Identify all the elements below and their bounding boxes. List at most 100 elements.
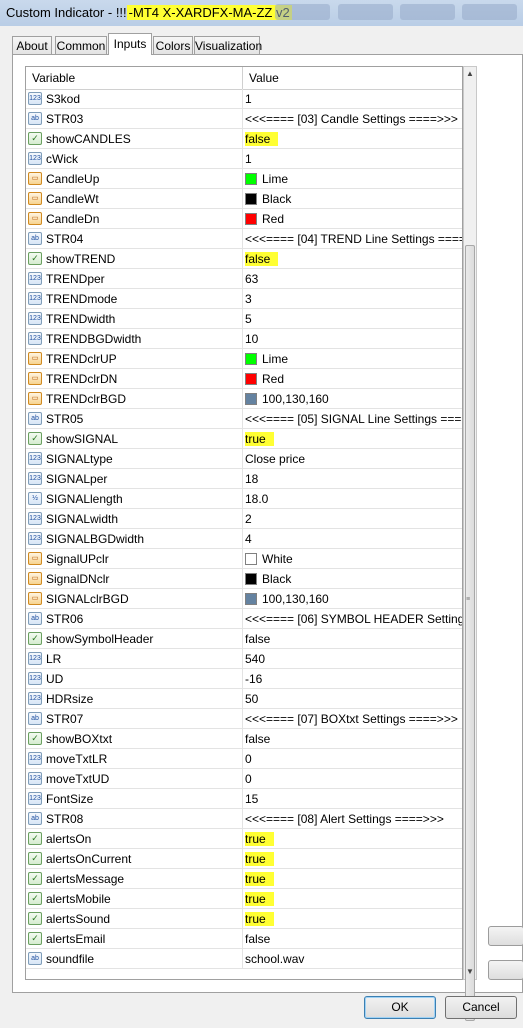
table-row[interactable]: 123 TRENDBGDwidth 10: [26, 329, 462, 349]
cancel-button[interactable]: Cancel: [445, 996, 517, 1019]
table-row[interactable]: ✓ showSymbolHeader false: [26, 629, 462, 649]
table-row[interactable]: ab soundfile school.wav: [26, 949, 462, 969]
column-divider[interactable]: [242, 67, 243, 89]
table-row[interactable]: ▭ SignalDNclr Black: [26, 569, 462, 589]
variable-value[interactable]: false: [245, 252, 279, 266]
variable-value[interactable]: 63: [245, 272, 258, 286]
variable-value[interactable]: 10: [245, 332, 258, 346]
tab-about[interactable]: About: [12, 36, 52, 54]
variable-value[interactable]: <<<==== [03] Candle Settings ====>>>: [245, 112, 458, 126]
variable-value[interactable]: 100,130,160: [245, 392, 329, 406]
column-header-value[interactable]: Value: [249, 71, 279, 85]
variable-value[interactable]: true: [245, 852, 274, 866]
scroll-up-arrow-icon[interactable]: ▲: [464, 67, 476, 81]
table-row[interactable]: ab STR07 <<<==== [07] BOXtxt Settings ====…: [26, 709, 462, 729]
table-row[interactable]: 123 S3kod 1: [26, 89, 462, 109]
table-row[interactable]: ▭ TRENDclrUP Lime: [26, 349, 462, 369]
variable-value[interactable]: <<<==== [05] SIGNAL Line Settings ====..…: [245, 412, 462, 426]
variable-value[interactable]: true: [245, 432, 274, 446]
table-row[interactable]: ✓ alertsOn true: [26, 829, 462, 849]
table-row[interactable]: 123 SIGNALper 18: [26, 469, 462, 489]
side-button[interactable]: [488, 926, 523, 946]
variable-value[interactable]: 1: [245, 152, 252, 166]
table-row[interactable]: ▭ SignalUPclr White: [26, 549, 462, 569]
table-row[interactable]: 123 HDRsize 50: [26, 689, 462, 709]
table-row[interactable]: 123 TRENDwidth 5: [26, 309, 462, 329]
variable-value[interactable]: true: [245, 912, 274, 926]
variable-value[interactable]: 100,130,160: [245, 592, 329, 606]
variable-value[interactable]: true: [245, 872, 274, 886]
table-row[interactable]: ✓ alertsEmail false: [26, 929, 462, 949]
variable-value[interactable]: 0: [245, 752, 252, 766]
variable-value[interactable]: Lime: [245, 352, 288, 366]
tab-colors[interactable]: Colors: [153, 36, 193, 54]
tab-visualization[interactable]: Visualization: [194, 36, 262, 54]
variable-value[interactable]: Lime: [245, 172, 288, 186]
variable-value[interactable]: 50: [245, 692, 258, 706]
variable-value[interactable]: Black: [245, 572, 291, 586]
tab-inputs[interactable]: Inputs: [108, 33, 152, 55]
table-row[interactable]: ab STR04 <<<==== [04] TREND Line Settings …: [26, 229, 462, 249]
variable-value[interactable]: false: [245, 732, 270, 746]
table-row[interactable]: ab STR05 <<<==== [05] SIGNAL Line Settings…: [26, 409, 462, 429]
scroll-down-arrow-icon[interactable]: ▼: [464, 965, 476, 979]
table-row[interactable]: ✓ showCANDLES false: [26, 129, 462, 149]
variable-value[interactable]: true: [245, 892, 274, 906]
tab-common[interactable]: Common: [55, 36, 107, 54]
variable-value[interactable]: 3: [245, 292, 252, 306]
table-row[interactable]: ✓ showSIGNAL true: [26, 429, 462, 449]
variable-value[interactable]: true: [245, 832, 274, 846]
variable-value[interactable]: school.wav: [245, 952, 304, 966]
variable-value[interactable]: 18.0: [245, 492, 268, 506]
variable-value[interactable]: <<<==== [07] BOXtxt Settings ====>>>: [245, 712, 458, 726]
table-row[interactable]: ab STR06 <<<==== [06] SYMBOL HEADER Settin…: [26, 609, 462, 629]
scrollbar-thumb[interactable]: [465, 245, 475, 1021]
variable-value[interactable]: <<<==== [08] Alert Settings ====>>>: [245, 812, 444, 826]
variable-value[interactable]: false: [245, 632, 270, 646]
side-button[interactable]: [488, 960, 523, 980]
variable-value[interactable]: 0: [245, 772, 252, 786]
variable-value[interactable]: false: [245, 932, 270, 946]
variable-value[interactable]: false: [245, 132, 279, 146]
variable-value[interactable]: White: [245, 552, 293, 566]
table-row[interactable]: ▭ CandleDn Red: [26, 209, 462, 229]
table-row[interactable]: ✓ alertsMessage true: [26, 869, 462, 889]
variable-value[interactable]: <<<==== [04] TREND Line Settings ====...: [245, 232, 462, 246]
column-header-variable[interactable]: Variable: [32, 71, 75, 85]
table-row[interactable]: 123 LR 540: [26, 649, 462, 669]
variable-value[interactable]: <<<==== [06] SYMBOL HEADER Settings ...: [245, 612, 462, 626]
table-row[interactable]: 123 SIGNALBGDwidth 4: [26, 529, 462, 549]
variable-value[interactable]: Close price: [245, 452, 305, 466]
variable-value[interactable]: 2: [245, 512, 252, 526]
variable-value[interactable]: 1: [245, 92, 252, 106]
table-row[interactable]: 123 moveTxtUD 0: [26, 769, 462, 789]
table-row[interactable]: ✓ alertsOnCurrent true: [26, 849, 462, 869]
variable-value[interactable]: Black: [245, 192, 291, 206]
table-row[interactable]: 123 FontSize 15: [26, 789, 462, 809]
table-row[interactable]: ✓ alertsMobile true: [26, 889, 462, 909]
variable-value[interactable]: 4: [245, 532, 252, 546]
table-row[interactable]: ✓ alertsSound true: [26, 909, 462, 929]
table-row[interactable]: 123 TRENDmode 3: [26, 289, 462, 309]
variable-value[interactable]: 15: [245, 792, 258, 806]
table-row[interactable]: 123 moveTxtLR 0: [26, 749, 462, 769]
table-row[interactable]: ab STR03 <<<==== [03] Candle Settings ====…: [26, 109, 462, 129]
vertical-scrollbar[interactable]: ▲ ≡ ▼: [463, 66, 477, 1021]
variable-value[interactable]: Red: [245, 372, 284, 386]
table-row[interactable]: 123 SIGNALtype Close price: [26, 449, 462, 469]
table-row[interactable]: ▭ TRENDclrBGD 100,130,160: [26, 389, 462, 409]
table-row[interactable]: ✓ showBOXtxt false: [26, 729, 462, 749]
table-row[interactable]: 123 UD -16: [26, 669, 462, 689]
variable-value[interactable]: 540: [245, 652, 265, 666]
table-row[interactable]: ✓ showTREND false: [26, 249, 462, 269]
table-row[interactable]: ▭ CandleWt Black: [26, 189, 462, 209]
table-row[interactable]: ▭ TRENDclrDN Red: [26, 369, 462, 389]
table-row[interactable]: 123 SIGNALwidth 2: [26, 509, 462, 529]
variable-value[interactable]: 5: [245, 312, 252, 326]
ok-button[interactable]: OK: [364, 996, 436, 1019]
table-row[interactable]: 123 cWick 1: [26, 149, 462, 169]
table-row[interactable]: 123 TRENDper 63: [26, 269, 462, 289]
table-row[interactable]: ▭ SIGNALclrBGD 100,130,160: [26, 589, 462, 609]
variable-value[interactable]: -16: [245, 672, 262, 686]
table-row[interactable]: ab STR08 <<<==== [08] Alert Settings ====>…: [26, 809, 462, 829]
